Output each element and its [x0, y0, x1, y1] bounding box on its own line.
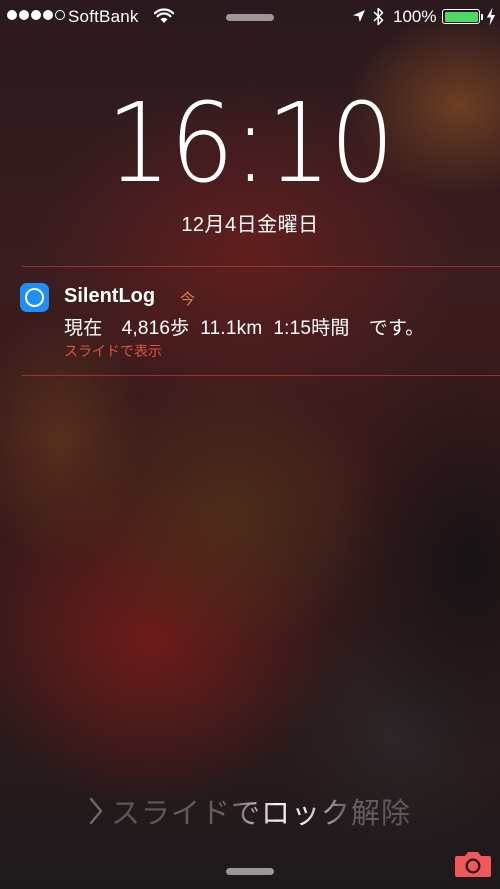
notification-time: 今	[180, 291, 196, 308]
signal-strength-icon	[7, 10, 65, 20]
carrier-name: SoftBank	[68, 7, 139, 26]
slide-to-unlock[interactable]: スライドでロック解除	[0, 790, 500, 832]
silentlog-app-icon	[20, 283, 49, 312]
notification-silentlog[interactable]: SilentLog 今 現在 4,816歩 11.1km 1:15時間 です。 …	[0, 267, 500, 375]
location-icon	[353, 10, 365, 22]
notification-app-name: SilentLog	[64, 285, 156, 307]
charging-icon	[486, 7, 496, 26]
notification-center-grabber[interactable]	[226, 14, 274, 21]
battery-icon	[442, 9, 480, 24]
lock-screen-time: 16:10	[106, 79, 394, 207]
notification-divider-bottom	[22, 375, 500, 376]
notification-message: 現在 4,816歩 11.1km 1:15時間 です。	[64, 318, 425, 339]
notification-slide-to-view[interactable]: スライドで表示	[64, 341, 162, 361]
battery-percentage: 100%	[393, 7, 437, 26]
status-bar: SoftBank 100%	[0, 0, 500, 34]
chevron-right-icon	[89, 797, 103, 825]
bluetooth-icon	[373, 7, 384, 26]
control-center-grabber[interactable]	[226, 868, 274, 875]
battery-fill	[444, 11, 478, 22]
lock-screen-date: 12月4日金曜日	[181, 214, 319, 236]
wifi-icon	[154, 8, 174, 23]
slide-to-unlock-label: スライドでロック解除	[110, 798, 411, 830]
battery-cap	[481, 14, 483, 20]
camera-icon[interactable]	[454, 850, 492, 878]
